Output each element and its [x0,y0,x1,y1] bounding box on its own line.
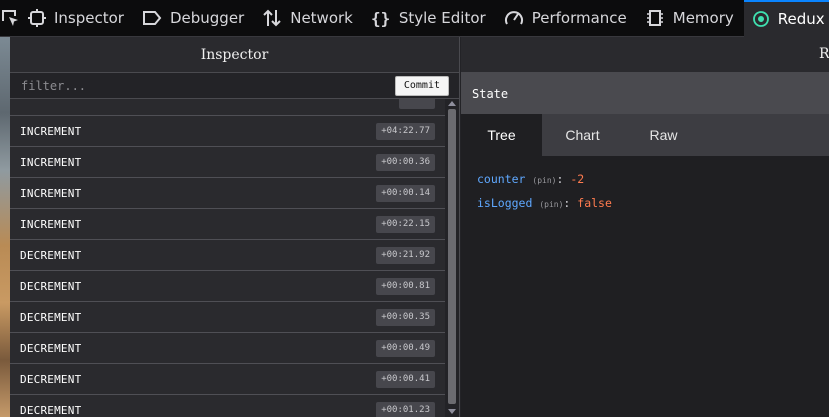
action-row[interactable]: DECREMENT +00:21.92 [10,240,445,271]
action-time: +00:00.49 [376,339,435,357]
action-name: DECREMENT [20,341,82,355]
action-time: +04:22.77 [376,122,435,140]
action-row[interactable]: DECREMENT +00:00.81 [10,271,445,302]
tab-memory[interactable]: Memory [637,0,744,37]
action-list-panel: Inspector Commit INCREMENT +04:22.77 INC… [10,37,560,417]
tab-memory-label: Memory [672,9,734,27]
tab-performance-label: Performance [531,9,627,27]
state-section-title: State [461,73,829,114]
tab-redux[interactable]: Redux [743,0,829,37]
monitor-header: Inspector [10,37,560,73]
tab-raw[interactable]: Raw [623,114,704,156]
action-time: +00:00.41 [376,370,435,388]
action-name: INCREMENT [20,186,82,200]
state-view-tabs: Tree Chart Raw [461,114,829,156]
tab-debugger-label: Debugger [169,9,245,27]
action-time: +00:00.81 [376,277,435,295]
pin-link[interactable]: (pin) [539,200,563,209]
scroll-down-icon[interactable] [448,409,456,414]
action-row[interactable]: INCREMENT +00:00.36 [10,147,445,178]
action-time: +00:00.36 [376,153,435,171]
action-name: DECREMENT [20,310,82,324]
action-name: DECREMENT [20,403,82,417]
tab-network-label: Network [290,9,353,27]
element-picker-button[interactable] [0,0,20,37]
tab-style-editor-label: Style Editor [398,9,486,27]
action-time: +00:01.23 [376,401,435,417]
filter-bar: Commit [10,73,459,99]
action-name: INCREMENT [20,124,82,138]
element-picker-icon [2,10,18,26]
action-row[interactable] [10,99,445,116]
tab-network[interactable]: Network [254,0,363,37]
action-time: +00:00.14 [376,184,435,202]
scroll-thumb[interactable] [448,109,456,404]
commit-button[interactable]: Commit [394,75,449,96]
state-value: false [577,196,612,210]
action-name: DECREMENT [20,279,82,293]
action-row[interactable]: INCREMENT +00:22.15 [10,209,445,240]
action-row[interactable]: INCREMENT +04:22.77 [10,116,445,147]
state-value: -2 [570,172,585,186]
scroll-up-icon[interactable] [448,101,456,106]
action-row[interactable]: DECREMENT +00:01.23 [10,395,445,417]
memory-icon [646,10,663,26]
filter-input[interactable] [19,77,395,94]
background-edge [0,37,10,417]
action-name: DECREMENT [20,248,82,262]
state-panel: Re State Tree Chart Raw counter (pin): -… [461,37,829,417]
action-list-scrollbar[interactable] [445,99,459,417]
truncated-header-label: Re [819,46,829,62]
action-list: INCREMENT +04:22.77 INCREMENT +00:00.36 … [10,99,445,417]
tab-inspector[interactable]: Inspector [20,0,134,37]
state-entry-islogged: isLogged (pin): false [477,196,612,210]
inspector-icon [28,9,46,27]
state-tree: counter (pin): -2 isLogged (pin): false [461,156,829,216]
action-time: +00:00.35 [376,308,435,326]
state-title: State [472,86,509,101]
debugger-icon [142,11,162,25]
tab-debugger[interactable]: Debugger [134,0,254,37]
action-row[interactable]: INCREMENT +00:00.14 [10,178,445,209]
action-row[interactable]: DECREMENT +00:00.41 [10,364,445,395]
redux-icon [752,11,769,27]
action-time: +00:22.15 [376,215,435,233]
right-header: Re [461,37,829,73]
svg-text:{}: {} [371,9,390,27]
state-entry-counter: counter (pin): -2 [477,172,585,186]
pin-link[interactable]: (pin) [532,176,556,185]
tab-inspector-label: Inspector [54,9,124,27]
tab-redux-label: Redux [777,10,825,28]
action-name: DECREMENT [20,372,82,386]
network-icon [263,9,281,27]
action-name: INCREMENT [20,217,82,231]
performance-icon [504,11,523,25]
devtools-toolbar: Inspector Debugger Network {} Style Edit… [0,0,829,37]
action-time: +00:21.92 [376,246,435,264]
action-time [399,99,435,109]
action-name: INCREMENT [20,155,82,169]
action-row[interactable]: DECREMENT +00:00.35 [10,302,445,333]
tab-performance[interactable]: Performance [496,0,637,37]
style-editor-icon: {} [371,9,390,27]
monitor-title: Inspector [200,46,269,63]
state-key[interactable]: counter [477,172,525,186]
tab-tree[interactable]: Tree [461,114,542,156]
tab-style-editor[interactable]: {} Style Editor [363,0,496,37]
state-key[interactable]: isLogged [477,196,532,210]
tab-chart[interactable]: Chart [542,114,623,156]
action-row[interactable]: DECREMENT +00:00.49 [10,333,445,364]
